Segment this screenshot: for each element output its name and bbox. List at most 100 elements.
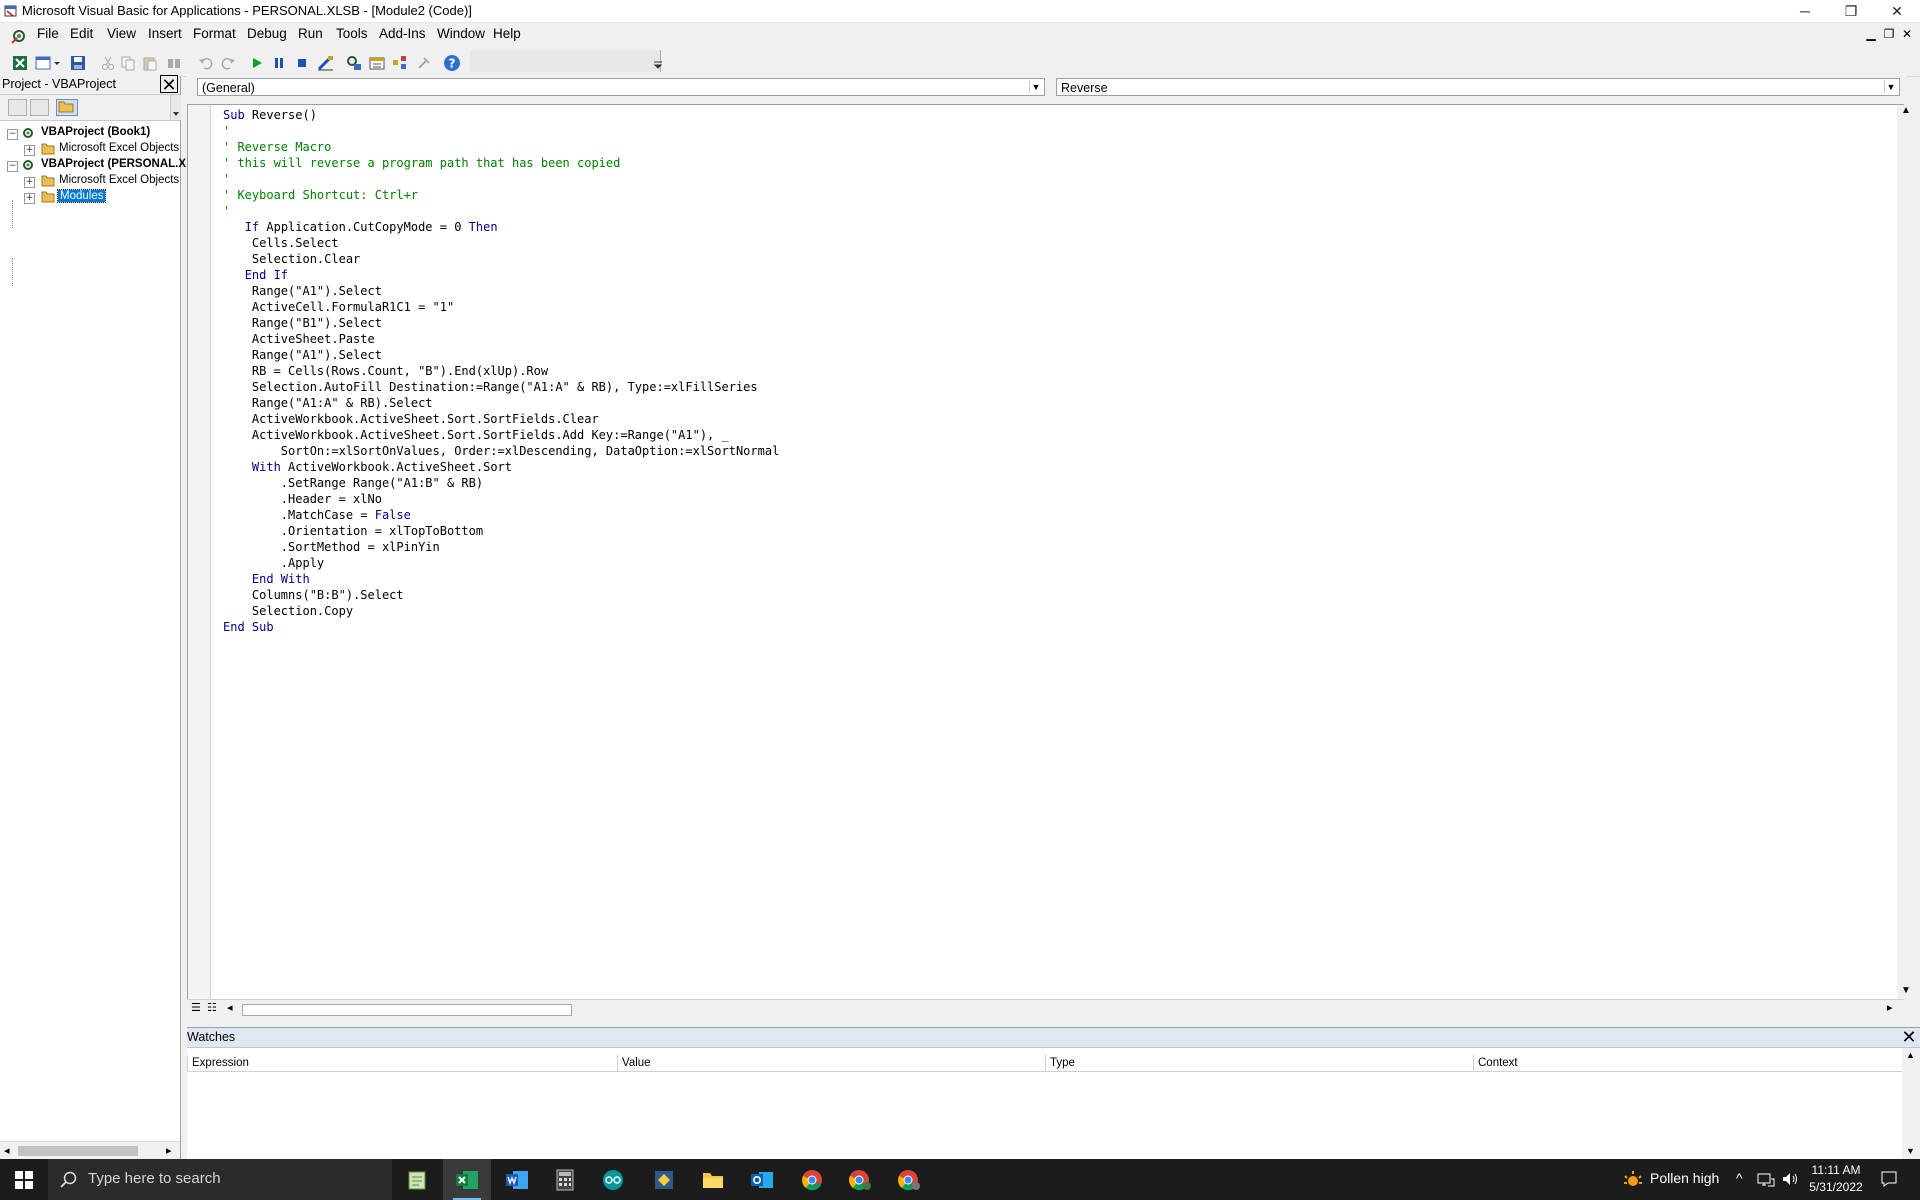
menu-tools[interactable]: Tools [336, 26, 368, 41]
scroll-left-icon[interactable]: ◂ [227, 1001, 233, 1014]
code-line[interactable]: .SortMethod = xlPinYin [223, 539, 779, 555]
collapse-icon[interactable]: − [7, 161, 18, 172]
code-line[interactable]: ActiveWorkbook.ActiveSheet.Sort.SortFiel… [223, 411, 779, 427]
minimize-button[interactable]: ─ [1782, 0, 1828, 22]
menu-run[interactable]: Run [298, 26, 323, 41]
tree-item-personal[interactable]: − VBAProject (PERSONAL.X [0, 158, 186, 174]
code-line[interactable]: End If [223, 267, 779, 283]
tree-item-modules[interactable]: + Modules [0, 189, 180, 206]
scroll-right-icon[interactable]: ▸ [1887, 1001, 1893, 1014]
menu-insert[interactable]: Insert [148, 26, 182, 41]
tree-item-book1[interactable]: − VBAProject (Book1) [0, 126, 180, 142]
code-line[interactable]: Range("A1").Select [223, 283, 779, 299]
project-horizontal-scrollbar[interactable]: ◂ ▸ [0, 1141, 180, 1160]
code-line[interactable]: Selection.Copy [223, 603, 779, 619]
network-icon[interactable] [1757, 1171, 1775, 1187]
help-icon[interactable]: ? [442, 53, 462, 73]
code-line[interactable]: If Application.CutCopyMode = 0 Then [223, 219, 779, 235]
properties-window-icon[interactable] [367, 53, 387, 73]
menu-format[interactable]: Format [193, 26, 236, 41]
toolbar-options-icon[interactable] [654, 61, 662, 69]
save-icon[interactable] [68, 53, 88, 73]
file-explorer-icon[interactable] [689, 1159, 737, 1200]
copy-icon[interactable] [118, 53, 138, 73]
toggle-folders-button[interactable] [56, 99, 78, 116]
run-icon[interactable] [247, 53, 267, 73]
code-line[interactable]: With ActiveWorkbook.ActiveSheet.Sort [223, 459, 779, 475]
code-line[interactable]: ActiveWorkbook.ActiveSheet.Sort.SortFiel… [223, 427, 779, 443]
code-line[interactable]: Selection.AutoFill Destination:=Range("A… [223, 379, 779, 395]
mdi-minimize-button[interactable]: ▁ [1864, 27, 1878, 41]
insert-userform-icon[interactable] [34, 53, 62, 73]
code-line[interactable]: .MatchCase = False [223, 507, 779, 523]
code-line[interactable]: RB = Cells(Rows.Count, "B").End(xlUp).Ro… [223, 363, 779, 379]
tree-item-excel-objects-book1[interactable]: + Microsoft Excel Objects [0, 142, 180, 158]
code-vertical-scrollbar[interactable]: ▲ ▼ [1897, 105, 1915, 1000]
scroll-right-icon[interactable]: ▸ [166, 1144, 172, 1157]
scroll-thumb[interactable] [242, 1004, 572, 1016]
code-line[interactable]: ' [223, 123, 779, 139]
column-value[interactable]: Value [617, 1055, 1045, 1071]
project-explorer-icon[interactable] [344, 53, 364, 73]
procedure-view-icon[interactable]: ☰ [191, 1001, 201, 1014]
code-line[interactable]: Selection.Clear [223, 251, 779, 267]
code-line[interactable]: SortOn:=xlSortOnValues, Order:=xlDescend… [223, 443, 780, 459]
toolbox-icon[interactable] [414, 53, 434, 73]
excel-icon[interactable] [443, 1159, 491, 1200]
break-icon[interactable] [269, 53, 289, 73]
start-button[interactable] [0, 1159, 48, 1200]
chevron-down-icon[interactable]: ▼ [1884, 81, 1897, 93]
expand-icon[interactable]: + [24, 193, 35, 204]
code-text[interactable]: Sub Reverse() ' ' Reverse Macro ' this will… [223, 107, 779, 635]
outlook-icon[interactable] [738, 1159, 786, 1200]
restore-button[interactable]: ❐ [1828, 0, 1874, 22]
chevron-down-icon[interactable]: ▼ [1029, 81, 1042, 93]
code-line[interactable]: ActiveSheet.Paste [223, 331, 779, 347]
code-horizontal-scrollbar[interactable]: ☰ ☷ ◂ ▸ [187, 999, 1904, 1018]
notepad-icon[interactable] [393, 1159, 441, 1200]
code-line[interactable]: ' Keyboard Shortcut: Ctrl+r [223, 187, 779, 203]
menu-file[interactable]: File [37, 26, 59, 41]
scroll-up-icon[interactable]: ▲ [1901, 105, 1911, 116]
chevron-up-icon[interactable]: ^ [1736, 1170, 1743, 1186]
code-line[interactable]: Range("B1").Select [223, 315, 779, 331]
code-line[interactable]: .Header = xlNo [223, 491, 779, 507]
notifications-icon[interactable] [1880, 1170, 1898, 1188]
find-icon[interactable] [164, 53, 184, 73]
watches-vertical-scrollbar[interactable]: ▲ ▼ [1902, 1048, 1920, 1160]
chrome-profile-2-icon[interactable] [885, 1159, 933, 1200]
menu-help[interactable]: Help [493, 26, 521, 41]
code-line[interactable]: .SetRange Range("A1:B" & RB) [223, 475, 779, 491]
reset-icon[interactable] [292, 53, 312, 73]
code-line[interactable]: ' [223, 171, 779, 187]
code-line[interactable]: Sub Reverse() [223, 107, 779, 123]
mdi-close-button[interactable]: ✕ [1900, 27, 1914, 41]
column-context[interactable]: Context [1473, 1055, 1902, 1071]
word-icon[interactable] [493, 1159, 541, 1200]
code-line[interactable]: ' [223, 203, 779, 219]
code-line[interactable]: Range("A1").Select [223, 347, 779, 363]
code-editor[interactable]: Sub Reverse() ' ' Reverse Macro ' this will… [187, 104, 1904, 1016]
python-icon[interactable] [640, 1159, 688, 1200]
code-line[interactable]: .Apply [223, 555, 779, 571]
clock[interactable]: 11:11 AM 5/31/2022 [1806, 1162, 1866, 1196]
code-line[interactable]: Cells.Select [223, 235, 779, 251]
menu-window[interactable]: Window [437, 26, 485, 41]
scroll-down-icon[interactable]: ▼ [1901, 985, 1911, 996]
calculator-icon[interactable] [541, 1159, 589, 1200]
mdi-restore-button[interactable]: ❐ [1882, 27, 1896, 41]
project-close-button[interactable]: ✕ [160, 75, 178, 94]
object-browser-icon[interactable] [390, 53, 410, 73]
expand-icon[interactable]: + [24, 145, 35, 156]
chrome-icon[interactable] [788, 1159, 836, 1200]
code-line[interactable]: Columns("B:B").Select [223, 587, 779, 603]
vba-menu-icon[interactable] [10, 27, 28, 45]
code-line[interactable]: End Sub [223, 619, 779, 635]
menu-view[interactable]: View [107, 26, 136, 41]
code-margin-indicator-bar[interactable] [188, 105, 211, 1015]
code-line[interactable]: End With [223, 571, 779, 587]
menu-edit[interactable]: Edit [70, 26, 93, 41]
code-line[interactable]: ' this will reverse a program path that … [223, 155, 779, 171]
arduino-icon[interactable] [589, 1159, 637, 1200]
undo-icon[interactable] [196, 53, 216, 73]
